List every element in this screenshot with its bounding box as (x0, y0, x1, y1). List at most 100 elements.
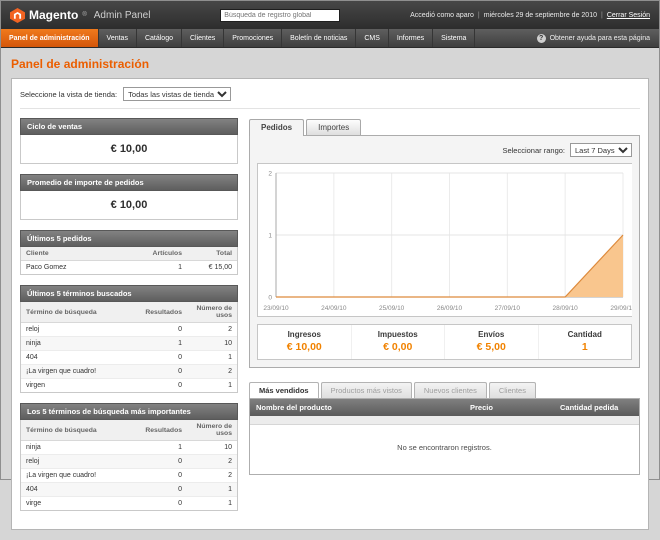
nav-item[interactable]: Informes (389, 29, 433, 47)
table-cell: 10 (187, 337, 237, 351)
table-cell: ¡La virgen que cuadro! (21, 469, 137, 483)
table-row: virge01 (21, 497, 237, 511)
top-header: Magento® Admin Panel Accedió como aparo … (1, 1, 659, 29)
nav-item[interactable]: Clientes (182, 29, 224, 47)
table-row: 40401 (21, 483, 237, 497)
table-row: 40401 (21, 351, 237, 365)
table-cell: 1 (137, 337, 187, 351)
stat-impuestos: Impuestos € 0,00 (351, 325, 445, 359)
stat-cantidad: Cantidad 1 (538, 325, 632, 359)
column-header: Artículos (137, 247, 187, 261)
nav-item[interactable]: Ventas (99, 29, 137, 47)
nav-item[interactable]: CMS (356, 29, 389, 47)
table-cell: 404 (21, 483, 137, 497)
column-header: Resultados (137, 302, 187, 323)
logo-title: Magento (29, 8, 78, 22)
logged-in-as: Accedió como aparo (410, 12, 474, 19)
nav-item[interactable]: Panel de administración (1, 29, 99, 47)
table-row: ninja110 (21, 441, 237, 455)
range-select[interactable]: Last 7 Days (570, 143, 632, 157)
table-cell: Paco Gomez (21, 261, 137, 275)
top-search-terms-table: Término de búsqueda Resultados Número de… (21, 420, 237, 510)
svg-text:23/09/10: 23/09/10 (263, 305, 289, 312)
table-row: ¡La virgen que cuadro!02 (21, 365, 237, 379)
column-header: Cantidad pedida (554, 399, 639, 416)
stat-envios: Envíos € 5,00 (444, 325, 538, 359)
column-header: Total (187, 247, 237, 261)
svg-text:28/09/10: 28/09/10 (553, 305, 579, 312)
products-grid-header: Nombre del producto Precio Cantidad pedi… (250, 399, 639, 416)
magento-logo-icon (10, 8, 25, 23)
table-cell: 0 (137, 365, 187, 379)
grid-filter-row (250, 416, 639, 425)
table-cell: 2 (187, 455, 237, 469)
table-cell: 2 (187, 323, 237, 337)
tab-productos-mas-vistos[interactable]: Productos más vistos (321, 382, 412, 399)
table-cell: ninja (21, 337, 137, 351)
last-search-terms-table: Término de búsqueda Resultados Número de… (21, 302, 237, 392)
svg-text:25/09/10: 25/09/10 (379, 305, 405, 312)
tab-importes[interactable]: Importes (306, 119, 361, 136)
table-cell: 0 (137, 455, 187, 469)
panel-title: Últimos 5 términos buscados (20, 285, 238, 302)
table-cell: 1 (137, 261, 187, 275)
nav-item[interactable]: Promociones (224, 29, 282, 47)
store-view-label: Seleccione la vista de tienda: (20, 90, 117, 99)
logo-subtitle: Admin Panel (94, 10, 151, 21)
last-orders-panel: Últimos 5 pedidos Cliente Artículos Tota… (20, 230, 238, 275)
store-view-select[interactable]: Todas las vistas de tienda (123, 87, 231, 101)
table-row: ¡La virgen que cuadro!02 (21, 469, 237, 483)
lifetime-sales-panel: Ciclo de ventas € 10,00 (20, 118, 238, 164)
help-link[interactable]: ? Obtener ayuda para esta página (528, 29, 659, 47)
tab-nuevos-clientes[interactable]: Nuevos clientes (414, 382, 487, 399)
nav-item[interactable]: Catálogo (137, 29, 182, 47)
dashboard-box: Seleccione la vista de tienda: Todas las… (11, 78, 649, 530)
nav-item[interactable]: Sistema (433, 29, 475, 47)
average-orders-value: € 10,00 (20, 191, 238, 220)
svg-text:0: 0 (268, 295, 272, 302)
table-cell: virgen (21, 379, 137, 393)
table-cell: 0 (137, 497, 187, 511)
table-cell: 1 (187, 379, 237, 393)
table-cell: € 15,00 (187, 261, 237, 275)
table-cell: 10 (187, 441, 237, 455)
separator: | (601, 12, 603, 19)
table-cell: ninja (21, 441, 137, 455)
table-cell: 1 (187, 497, 237, 511)
empty-records-message: No se encontraron registros. (250, 425, 639, 474)
orders-chart-svg: 23/09/1024/09/1025/09/1026/09/1027/09/10… (258, 164, 632, 316)
help-icon: ? (537, 34, 546, 43)
table-row: virgen01 (21, 379, 237, 393)
table-cell: 1 (187, 351, 237, 365)
dashboard-left-column: Ciclo de ventas € 10,00 Promedio de impo… (20, 118, 238, 521)
column-header: Número de usos (187, 420, 237, 441)
panel-title: Ciclo de ventas (20, 118, 238, 135)
tab-mas-vendidos[interactable]: Más vendidos (249, 382, 319, 399)
column-header: Resultados (137, 420, 187, 441)
separator: | (478, 12, 480, 19)
tab-pedidos[interactable]: Pedidos (249, 119, 304, 136)
lifetime-sales-value: € 10,00 (20, 135, 238, 164)
svg-text:27/09/10: 27/09/10 (495, 305, 521, 312)
last-orders-table: Cliente Artículos Total Paco Gomez1€ 15,… (21, 247, 237, 274)
table-cell: reloj (21, 455, 137, 469)
average-orders-panel: Promedio de importe de pedidos € 10,00 (20, 174, 238, 220)
table-cell: 404 (21, 351, 137, 365)
logo-trademark: ® (82, 12, 86, 18)
column-header: Número de usos (187, 302, 237, 323)
logout-link[interactable]: Cerrar Sesión (607, 12, 650, 19)
table-cell: 0 (137, 469, 187, 483)
last-search-terms-panel: Últimos 5 términos buscados Término de b… (20, 285, 238, 393)
totals-row: Ingresos € 10,00 Impuestos € 0,00 Envíos… (257, 324, 632, 360)
orders-chart-panel: Seleccionar rango: Last 7 Days 23/09/102… (249, 135, 640, 368)
nav-item[interactable]: Boletín de noticias (282, 29, 356, 47)
svg-text:29/09/10: 29/09/10 (610, 305, 632, 312)
column-header: Término de búsqueda (21, 302, 137, 323)
page-content: Panel de administración Seleccione la vi… (1, 48, 659, 540)
table-row: reloj02 (21, 323, 237, 337)
tab-clientes[interactable]: Clientes (489, 382, 536, 399)
global-search-input[interactable] (220, 9, 340, 22)
table-cell: 0 (137, 483, 187, 497)
svg-text:2: 2 (268, 171, 272, 178)
table-cell: 0 (137, 351, 187, 365)
